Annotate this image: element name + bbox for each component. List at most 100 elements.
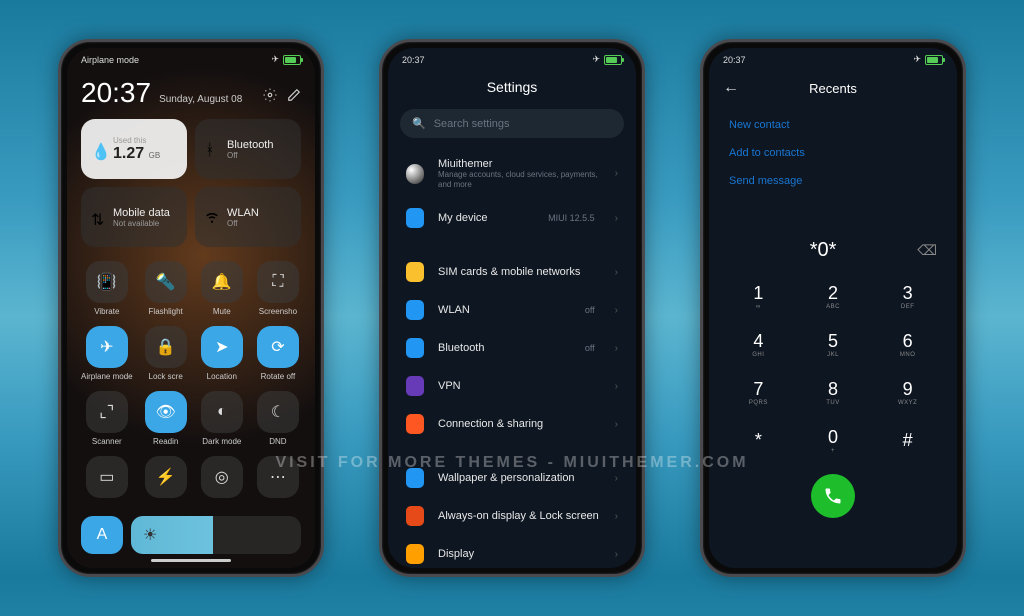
bluetooth-card[interactable]: ᚼ Bluetooth Off <box>195 119 301 179</box>
sim-icon <box>406 263 424 281</box>
dialer-action-link[interactable]: Send message <box>729 167 937 195</box>
hotspot-icon[interactable]: ◎ <box>201 456 243 498</box>
quick-tile[interactable]: ☾ DND <box>255 391 301 446</box>
settings-item[interactable]: Always-on display & Lock screen › <box>388 497 636 535</box>
settings-item[interactable]: SIM cards & mobile networks › <box>388 253 636 291</box>
quick-tile[interactable]: ⛶ Screensho <box>255 261 301 316</box>
key-letters: DEF <box>901 304 915 310</box>
keypad-key[interactable]: 3 DEF <box>870 272 945 320</box>
tile-label: Mute <box>199 307 245 316</box>
bell-icon[interactable]: 🔔 <box>201 261 243 303</box>
search-input[interactable]: 🔍 Search settings <box>400 109 624 138</box>
quick-tile[interactable]: 👁 Readin <box>143 391 189 446</box>
dots-icon[interactable]: ⋯ <box>257 456 299 498</box>
settings-item[interactable]: Bluetooth off › <box>388 329 636 367</box>
quick-tile[interactable]: ⋯ <box>255 456 301 502</box>
keypad-key[interactable]: 2 ABC <box>796 272 871 320</box>
settings-item[interactable]: My device MIUI 12.5.5 › <box>388 199 636 237</box>
settings-label: VPN <box>438 380 601 392</box>
tile-label: Location <box>199 372 245 381</box>
keypad-key[interactable]: 4 GHI <box>721 320 796 368</box>
scanner-icon[interactable]: ⌞⌝ <box>86 391 128 433</box>
chevron-right-icon: › <box>615 343 618 354</box>
quick-tile[interactable]: ▭ <box>81 456 133 502</box>
quick-tile[interactable]: ➤ Location <box>199 326 245 381</box>
keypad-key[interactable]: 9 WXYZ <box>870 368 945 416</box>
data-icon: ⇅ <box>91 210 105 224</box>
account-item[interactable]: Miuithemer Manage accounts, cloud servic… <box>388 148 636 199</box>
settings-value: off <box>585 305 595 315</box>
status-time: 20:37 <box>723 55 746 65</box>
edit-icon[interactable] <box>287 88 301 102</box>
quick-tile[interactable]: 📳 Vibrate <box>81 261 133 316</box>
settings-label: Bluetooth <box>438 342 571 354</box>
keypad-key[interactable]: * <box>721 416 796 464</box>
quick-tile[interactable]: ⚡ <box>143 456 189 502</box>
quick-tile[interactable]: 🔦 Flashlight <box>143 261 189 316</box>
reading-icon[interactable]: 👁 <box>145 391 187 433</box>
settings-item[interactable]: Wallpaper & personalization › <box>388 459 636 497</box>
quick-tile[interactable]: ◎ <box>199 456 245 502</box>
key-digit: 7 <box>753 379 763 400</box>
wlan-card[interactable]: WLAN Off <box>195 187 301 247</box>
lock-icon[interactable]: 🔒 <box>145 326 187 368</box>
tile-label: Screensho <box>255 307 301 316</box>
keypad-key[interactable]: 5 JKL <box>796 320 871 368</box>
phone-settings: 20:37 ✈ Settings 🔍 Search settings Miuit… <box>379 39 645 577</box>
quick-tile[interactable]: ⟳ Rotate off <box>255 326 301 381</box>
auto-brightness-toggle[interactable]: A <box>81 516 123 554</box>
keypad-key[interactable]: # <box>870 416 945 464</box>
quick-tile[interactable]: 🔔 Mute <box>199 261 245 316</box>
dialer-action-link[interactable]: Add to contacts <box>729 139 937 167</box>
keypad-key[interactable]: 8 TUV <box>796 368 871 416</box>
home-indicator[interactable] <box>151 559 231 562</box>
dnd-icon[interactable]: ☾ <box>257 391 299 433</box>
screenshot-icon[interactable]: ⛶ <box>257 261 299 303</box>
quick-tile[interactable]: ✈ Airplane mode <box>81 326 133 381</box>
flashlight-icon[interactable]: 🔦 <box>145 261 187 303</box>
keypad-key[interactable]: 6 MNO <box>870 320 945 368</box>
vibrate-icon[interactable]: 📳 <box>86 261 128 303</box>
keypad-key[interactable]: 7 PQRS <box>721 368 796 416</box>
status-time: 20:37 <box>402 55 425 65</box>
brightness-slider[interactable]: ☀ <box>131 516 301 554</box>
keypad-key[interactable]: 0 + <box>796 416 871 464</box>
tile-label: Flashlight <box>143 307 189 316</box>
quick-tile[interactable]: ◐ Dark mode <box>199 391 245 446</box>
rotate-icon[interactable]: ⟳ <box>257 326 299 368</box>
call-button[interactable] <box>811 474 855 518</box>
airplane-icon[interactable]: ✈ <box>86 326 128 368</box>
settings-item[interactable]: Display › <box>388 535 636 568</box>
settings-item[interactable]: WLAN off › <box>388 291 636 329</box>
flash-icon[interactable]: ⚡ <box>145 456 187 498</box>
key-letters: WXYZ <box>898 400 917 406</box>
darkmode-icon[interactable]: ◐ <box>201 391 243 433</box>
chevron-right-icon: › <box>615 305 618 316</box>
battery-icon[interactable]: ▭ <box>86 456 128 498</box>
key-letters: ∞ <box>756 304 761 310</box>
location-icon[interactable]: ➤ <box>201 326 243 368</box>
sun-icon: ☀ <box>143 525 157 545</box>
mobile-data-card[interactable]: ⇅ Mobile data Not available <box>81 187 187 247</box>
key-letters: + <box>831 448 835 454</box>
quick-tile[interactable]: ⌞⌝ Scanner <box>81 391 133 446</box>
keypad-key[interactable]: 1 ∞ <box>721 272 796 320</box>
settings-item[interactable]: VPN › <box>388 367 636 405</box>
settings-item[interactable]: Connection & sharing › <box>388 405 636 443</box>
aod-icon <box>406 507 424 525</box>
airplane-icon: ✈ <box>913 54 921 65</box>
settings-icon[interactable] <box>263 88 277 102</box>
backspace-button[interactable]: ⌫ <box>917 242 937 259</box>
chevron-right-icon: › <box>615 511 618 522</box>
quick-tile[interactable]: 🔒 Lock scre <box>143 326 189 381</box>
settings-value: MIUI 12.5.5 <box>548 213 595 223</box>
data-usage-card[interactable]: 💧 Used this 1.27 GB <box>81 119 187 179</box>
clock-time: 20:37 <box>81 77 151 109</box>
bluetooth-icon <box>406 339 424 357</box>
dialer-action-link[interactable]: New contact <box>729 111 937 139</box>
status-bar: 20:37 ✈ <box>388 48 636 69</box>
vpn-icon <box>406 377 424 395</box>
key-digit: 9 <box>903 379 913 400</box>
wallpaper-icon <box>406 469 424 487</box>
bluetooth-icon: ᚼ <box>205 142 219 156</box>
